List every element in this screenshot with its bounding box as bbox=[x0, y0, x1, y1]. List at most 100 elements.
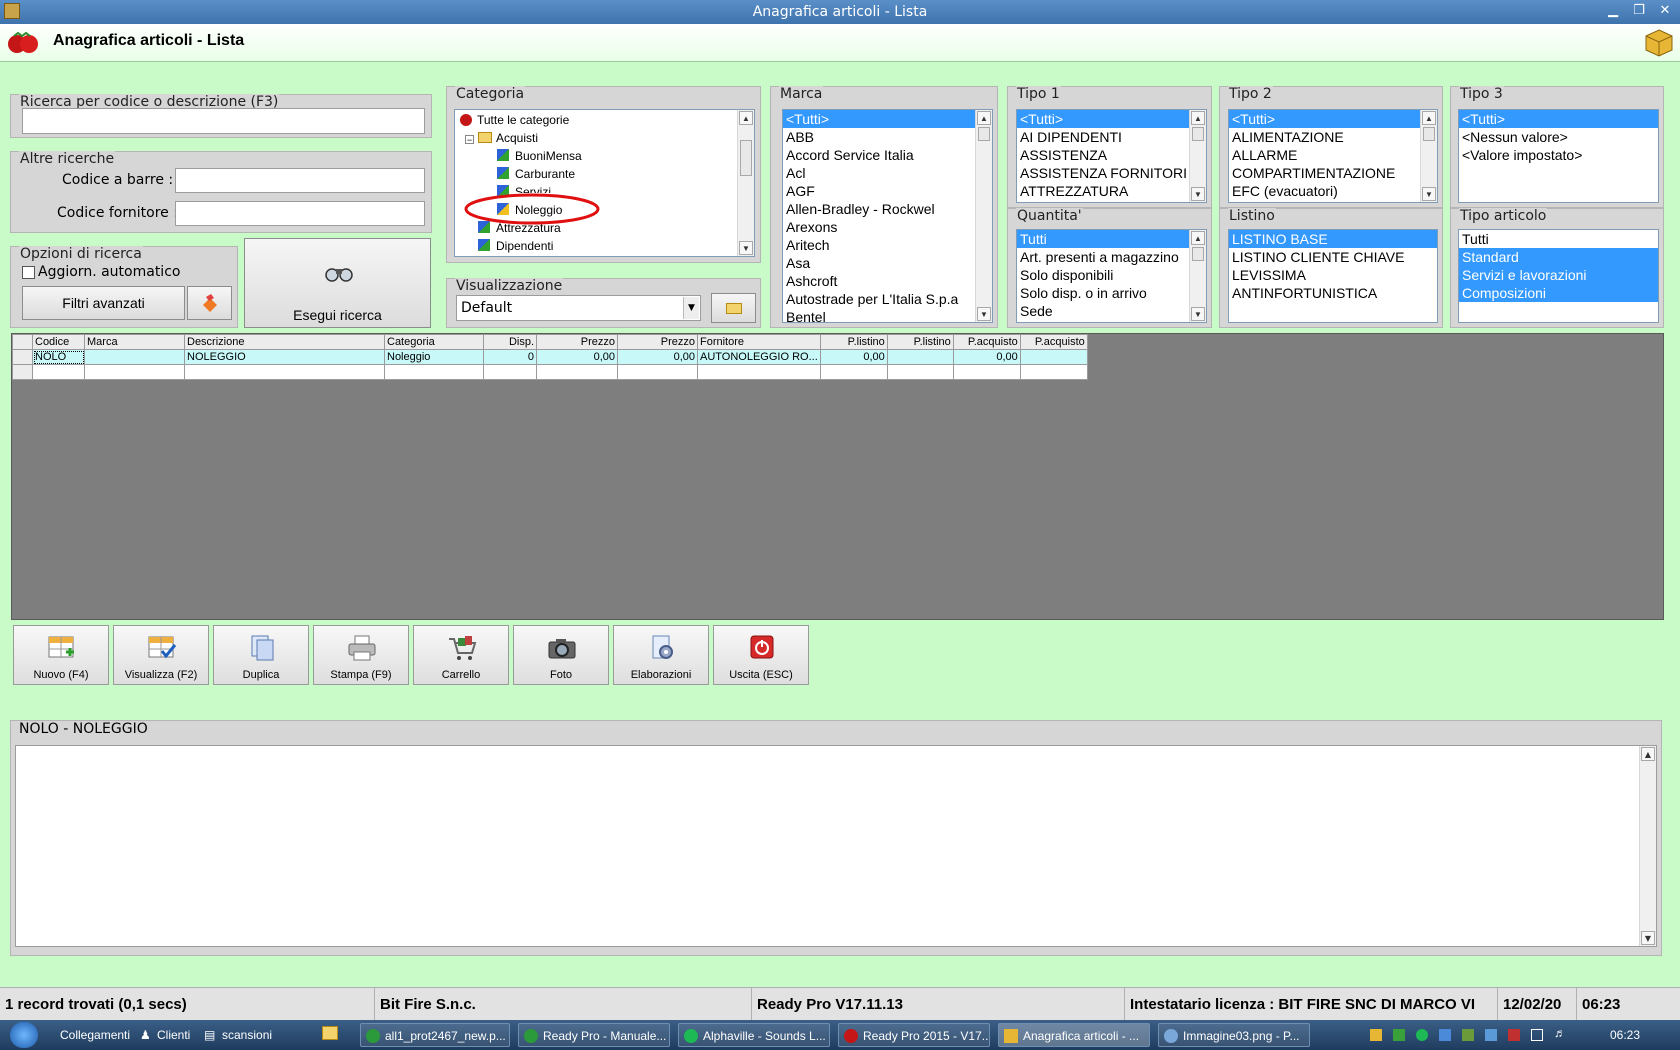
list-item[interactable]: Art. presenti a magazzino bbox=[1017, 248, 1206, 266]
column-header[interactable]: Fornitore bbox=[697, 334, 821, 350]
scroll-down-icon[interactable]: ▼ bbox=[1422, 187, 1436, 201]
cell-prezzo-2[interactable]: 0,00 bbox=[617, 349, 698, 365]
print-button[interactable]: Stampa (F9) bbox=[313, 625, 409, 685]
exit-button[interactable]: Uscita (ESC) bbox=[713, 625, 809, 685]
photo-button[interactable]: Foto bbox=[513, 625, 609, 685]
results-grid[interactable]: Codice Marca Descrizione Categoria Disp.… bbox=[11, 333, 1664, 620]
scroll-down-icon[interactable]: ▼ bbox=[977, 307, 991, 321]
scroll-down-icon[interactable]: ▼ bbox=[1191, 187, 1205, 201]
taskbar-item[interactable]: all1_prot2467_new.p... bbox=[360, 1023, 510, 1047]
explorer-icon[interactable] bbox=[322, 1026, 338, 1040]
tree-node-acquisti[interactable]: Acquisti bbox=[496, 129, 538, 147]
column-header[interactable]: P.acquisto bbox=[952, 334, 1021, 350]
empty-cell[interactable] bbox=[819, 364, 888, 380]
chevron-down-icon[interactable]: ▼ bbox=[683, 297, 699, 319]
column-header[interactable]: Disp. bbox=[483, 334, 537, 350]
scroll-up-icon[interactable]: ▲ bbox=[739, 111, 753, 125]
view-folder-button[interactable] bbox=[711, 293, 756, 323]
minimize-button[interactable]: ▁ bbox=[1600, 2, 1626, 20]
network-icon[interactable] bbox=[1531, 1029, 1543, 1041]
list-item[interactable]: Autostrade per L'Italia S.p.a bbox=[783, 290, 992, 308]
list-item[interactable]: Arexons bbox=[783, 218, 992, 236]
list-item[interactable]: LISTINO BASE bbox=[1229, 230, 1437, 248]
list-item[interactable]: EFC (evacuatori) bbox=[1229, 182, 1437, 200]
tree-node-dipendenti[interactable]: Dipendenti bbox=[496, 237, 553, 255]
taskbar-item-active[interactable]: Anagrafica articoli - ... bbox=[998, 1023, 1150, 1047]
cell-plistino[interactable]: 0,00 bbox=[819, 349, 888, 365]
tray-icon[interactable] bbox=[1439, 1029, 1451, 1041]
list-item[interactable]: Composizioni bbox=[1459, 284, 1658, 302]
cell-prezzo[interactable]: 0,00 bbox=[536, 349, 618, 365]
list-item[interactable]: AI DIPENDENTI bbox=[1017, 128, 1206, 146]
scroll-up-icon[interactable]: ▲ bbox=[977, 111, 991, 125]
list-item[interactable]: ALLARME bbox=[1229, 146, 1437, 164]
list-item[interactable]: ALIMENTAZIONE bbox=[1229, 128, 1437, 146]
list-item[interactable]: ANTINFORTUNISTICA bbox=[1229, 284, 1437, 302]
empty-cell[interactable] bbox=[483, 364, 537, 380]
cell-categoria[interactable]: Noleggio bbox=[384, 349, 484, 365]
price-list-list[interactable]: LISTINO BASE LISTINO CLIENTE CHIAVE LEVI… bbox=[1228, 229, 1438, 323]
scroll-up-icon[interactable]: ▲ bbox=[1422, 111, 1436, 125]
list-item[interactable]: Ashcroft bbox=[783, 272, 992, 290]
scroll-down-icon[interactable]: ▼ bbox=[739, 241, 753, 255]
empty-cell[interactable] bbox=[384, 364, 484, 380]
column-header[interactable]: Descrizione bbox=[184, 334, 385, 350]
row-indicator[interactable] bbox=[12, 349, 33, 365]
category-scrollbar[interactable]: ▲ ▼ bbox=[737, 110, 754, 256]
list-item[interactable]: Asa bbox=[783, 254, 992, 272]
scroll-up-icon[interactable]: ▲ bbox=[1191, 231, 1205, 245]
taskbar-item[interactable]: Immagine03.png - P... bbox=[1158, 1023, 1310, 1047]
duplicate-button[interactable]: Duplica bbox=[213, 625, 309, 685]
scroll-thumb[interactable] bbox=[1192, 127, 1204, 141]
empty-cell[interactable] bbox=[536, 364, 618, 380]
scroll-thumb[interactable] bbox=[1192, 247, 1204, 261]
view-select[interactable]: Default ▼ bbox=[456, 295, 701, 321]
start-button-icon[interactable] bbox=[10, 1022, 38, 1048]
barcode-input[interactable] bbox=[175, 168, 425, 193]
tray-icon[interactable] bbox=[1370, 1029, 1382, 1041]
collapse-toggle-icon[interactable]: − bbox=[465, 135, 474, 145]
taskbar-item[interactable]: Alphaville - Sounds L... bbox=[678, 1023, 830, 1047]
list-item[interactable]: ASSISTENZA FORNITORI bbox=[1017, 164, 1206, 182]
list-item[interactable]: Allen-Bradley - Rockwel bbox=[783, 200, 992, 218]
list-item[interactable]: Solo disponibili bbox=[1017, 266, 1206, 284]
tray-icon[interactable] bbox=[1462, 1029, 1474, 1041]
notes-textarea[interactable]: ▲ ▼ bbox=[15, 745, 1657, 947]
quicklink-collegamenti[interactable]: Collegamenti bbox=[60, 1023, 130, 1047]
list-item[interactable]: ATTREZZATURA bbox=[1017, 182, 1206, 200]
view-button[interactable]: Visualizza (F2) bbox=[113, 625, 209, 685]
tray-icon[interactable] bbox=[1393, 1029, 1405, 1041]
run-search-button[interactable]: Esegui ricerca bbox=[244, 238, 431, 328]
cell-marca[interactable] bbox=[84, 349, 185, 365]
type2-list[interactable]: <Tutti> ALIMENTAZIONE ALLARME COMPARTIME… bbox=[1228, 109, 1438, 203]
tray-icon[interactable] bbox=[1508, 1029, 1520, 1041]
list-item[interactable]: <Tutti> bbox=[1017, 110, 1206, 128]
category-tree[interactable]: Tutte le categorie − Acquisti BuoniMensa… bbox=[454, 109, 755, 257]
cell-fornitore[interactable]: AUTONOLEGGIO RO... bbox=[697, 349, 821, 365]
taskbar-item[interactable]: Ready Pro 2015 - V17... bbox=[838, 1023, 990, 1047]
list-item[interactable]: <Nessun valore> bbox=[1459, 128, 1658, 146]
list-item[interactable]: Tutti bbox=[1459, 230, 1658, 248]
list-item[interactable]: Servizi e lavorazioni bbox=[1459, 266, 1658, 284]
empty-cell[interactable] bbox=[697, 364, 821, 380]
cell-pacquisto-2[interactable] bbox=[1019, 349, 1088, 365]
cell-codice[interactable]: NOLO bbox=[32, 349, 85, 365]
scroll-thumb[interactable] bbox=[978, 127, 990, 141]
quantity-scrollbar[interactable]: ▲ ▼ bbox=[1189, 230, 1206, 322]
taskbar-item[interactable]: Ready Pro - Manuale... bbox=[518, 1023, 670, 1047]
advanced-filters-button[interactable]: Filtri avanzati bbox=[22, 286, 185, 320]
empty-cell[interactable] bbox=[1019, 364, 1088, 380]
tree-node-carburante[interactable]: Carburante bbox=[515, 165, 575, 183]
column-header[interactable]: P.acquisto bbox=[1019, 334, 1088, 350]
list-item[interactable]: Accord Service Italia bbox=[783, 146, 992, 164]
close-button[interactable]: ✕ bbox=[1652, 2, 1678, 20]
list-item[interactable]: Solo disp. o in arrivo bbox=[1017, 284, 1206, 302]
empty-cell[interactable] bbox=[184, 364, 385, 380]
type1-scrollbar[interactable]: ▲ ▼ bbox=[1189, 110, 1206, 202]
column-header[interactable]: Categoria bbox=[384, 334, 484, 350]
article-type-list[interactable]: Tutti Standard Servizi e lavorazioni Com… bbox=[1458, 229, 1659, 323]
column-header[interactable]: Prezzo bbox=[536, 334, 618, 350]
scroll-down-icon[interactable]: ▼ bbox=[1641, 931, 1655, 945]
row-indicator[interactable] bbox=[12, 364, 33, 380]
type1-list[interactable]: <Tutti> AI DIPENDENTI ASSISTENZA ASSISTE… bbox=[1016, 109, 1207, 203]
